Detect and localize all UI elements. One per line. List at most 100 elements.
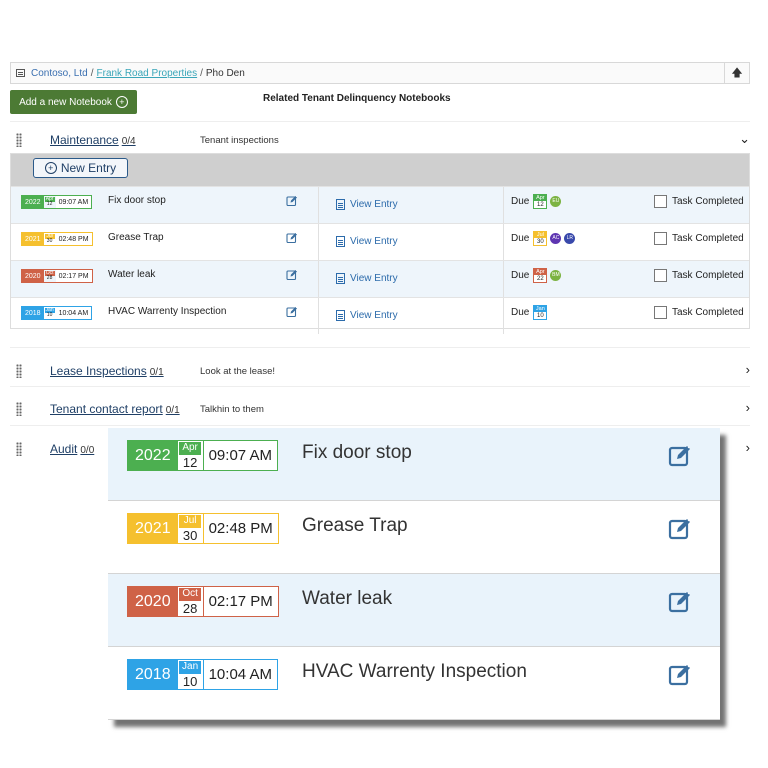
due-date-calendar-icon: Apr 12 <box>533 194 548 209</box>
arrow-up-icon[interactable]: 🡅 <box>724 63 749 83</box>
view-entry-link[interactable]: View Entry <box>336 273 398 284</box>
chevron-down-icon[interactable]: ⌄ <box>739 131 750 147</box>
section-lease-inspections: Lease Inspections 0/1 Look at the lease! … <box>10 362 758 380</box>
avatar[interactable]: AC <box>550 233 562 244</box>
due-info: Due Apr 22 BM <box>511 268 562 283</box>
avatar[interactable]: BM <box>550 270 562 281</box>
drag-handle-icon[interactable] <box>16 442 22 456</box>
zoomed-list-item: 2021 Jul 30 02:48 PM Grease Trap <box>108 501 720 574</box>
section-title-link[interactable]: Maintenance 0/4 <box>50 133 136 147</box>
checkbox[interactable] <box>654 306 667 319</box>
date-time: 02:17 PM <box>55 270 92 282</box>
date-badge: 2021 Jul 30 02:48 PM <box>127 513 279 544</box>
section-title: Audit <box>50 442 78 456</box>
entry-name: Grease Trap <box>302 515 408 536</box>
view-entry-link[interactable]: View Entry <box>336 236 398 247</box>
section-title-link[interactable]: Audit 0/0 <box>50 442 94 456</box>
date-badge: 2022 Apr 12 09:07 AM <box>21 195 93 209</box>
date-month-day: Oct 28 <box>44 270 55 281</box>
view-entry-link[interactable]: View Entry <box>336 199 398 210</box>
date-badge: 2020 Oct 28 02:17 PM <box>21 269 93 283</box>
chevron-right-icon[interactable]: › <box>746 400 750 415</box>
date-year: 2018 <box>128 660 178 689</box>
entry-name: Fix door stop <box>108 195 166 206</box>
avatar[interactable]: EU <box>550 196 562 207</box>
document-icon <box>336 236 345 247</box>
entry-name: Grease Trap <box>108 232 164 243</box>
divider <box>10 121 750 122</box>
breadcrumb-current: Pho Den <box>205 67 245 79</box>
date-badge: 2018 Jan 10 10:04 AM <box>21 306 93 320</box>
task-completed-checkbox[interactable]: Task Completed <box>654 269 744 282</box>
section-title: Maintenance <box>50 133 119 147</box>
edit-icon[interactable] <box>668 444 692 468</box>
task-completed-checkbox[interactable]: Task Completed <box>654 232 744 245</box>
drag-handle-icon[interactable] <box>16 402 22 416</box>
section-title: Lease Inspections <box>50 364 147 378</box>
breadcrumb: Contoso, Ltd / Frank Road Properties / P… <box>10 62 750 84</box>
date-time: 09:07 AM <box>208 447 272 464</box>
column-divider <box>318 261 319 297</box>
table-row: 2018 Jan 10 10:04 AM HVAC Warrenty Inspectio… <box>11 297 749 334</box>
column-divider <box>503 187 504 223</box>
date-badge: 2020 Oct 28 02:17 PM <box>127 586 279 617</box>
edit-icon[interactable] <box>286 232 298 244</box>
date-time: 10:04 AM <box>55 307 92 319</box>
plus-circle-icon: + <box>115 96 128 108</box>
maintenance-panel: + New Entry 2022 Apr 12 09:07 AM Fix door st… <box>10 153 750 334</box>
due-date-calendar-icon: Jul 30 <box>533 231 548 246</box>
section-title-link[interactable]: Lease Inspections 0/1 <box>50 364 164 378</box>
date-month-day: Jan 10 <box>44 307 55 318</box>
edit-icon[interactable] <box>286 195 298 207</box>
chevron-right-icon[interactable]: › <box>746 362 750 377</box>
date-year: 2022 <box>128 441 178 470</box>
entry-name: Water leak <box>302 588 393 609</box>
add-notebook-label: Add a new Notebook <box>19 96 112 108</box>
date-time: 10:04 AM <box>208 666 272 683</box>
section-tenant-contact-report: Tenant contact report 0/1 Talkhin to them… <box>10 400 758 418</box>
edit-icon[interactable] <box>286 269 298 281</box>
drag-handle-icon[interactable] <box>16 364 22 378</box>
edit-icon[interactable] <box>668 663 692 687</box>
drag-handle-icon[interactable] <box>16 133 22 147</box>
edit-icon[interactable] <box>668 517 692 541</box>
due-info: Due Jul 30 AC LR <box>511 231 576 246</box>
section-maintenance: Maintenance 0/4 Tenant inspections ⌄ <box>10 131 758 149</box>
breadcrumb-property-link[interactable]: Frank Road Properties <box>97 68 198 79</box>
view-entry-link[interactable]: View Entry <box>336 310 398 321</box>
column-divider <box>503 261 504 297</box>
checkbox[interactable] <box>654 195 667 208</box>
due-info: Due Apr 12 EU <box>511 194 562 209</box>
document-icon <box>336 310 345 321</box>
breadcrumb-company-link[interactable]: Contoso, Ltd <box>31 68 88 79</box>
new-entry-label: New Entry <box>60 161 117 175</box>
new-entry-button[interactable]: + New Entry <box>33 158 128 178</box>
date-badge: 2021 Jul 30 02:48 PM <box>21 232 93 246</box>
checkbox[interactable] <box>654 232 667 245</box>
zoomed-list-item: 2022 Apr 12 09:07 AM Fix door stop <box>108 428 720 501</box>
date-year: 2022 <box>22 196 44 208</box>
date-month-day: Apr 12 <box>44 196 55 207</box>
edit-icon[interactable] <box>286 306 298 318</box>
add-notebook-button[interactable]: Add a new Notebook + <box>10 90 137 114</box>
column-divider <box>503 224 504 260</box>
task-completed-checkbox[interactable]: Task Completed <box>654 195 744 208</box>
table-row: 2021 Jul 30 02:48 PM Grease Trap View Entry Du… <box>11 223 749 260</box>
date-year: 2020 <box>128 587 178 616</box>
document-icon <box>336 273 345 284</box>
section-title-link[interactable]: Tenant contact report 0/1 <box>50 402 180 416</box>
date-time: 02:17 PM <box>208 593 273 610</box>
avatar[interactable]: LR <box>564 233 576 244</box>
zoomed-entries-callout: 2022 Apr 12 09:07 AM Fix door stop 2021 Jul 30 0… <box>108 428 720 720</box>
chevron-right-icon[interactable]: › <box>746 440 750 455</box>
maintenance-toolbar: + New Entry <box>11 154 749 186</box>
zoomed-list-item: 2018 Jan 10 10:04 AM HVAC Warrenty Inspectio… <box>108 647 720 720</box>
task-completed-checkbox[interactable]: Task Completed <box>654 306 744 319</box>
view-entry-label: View Entry <box>350 273 398 284</box>
divider <box>10 425 750 426</box>
edit-icon[interactable] <box>668 590 692 614</box>
column-divider <box>318 187 319 223</box>
checkbox[interactable] <box>654 269 667 282</box>
date-time: 02:48 PM <box>55 233 92 245</box>
task-completed-label: Task Completed <box>672 307 744 318</box>
